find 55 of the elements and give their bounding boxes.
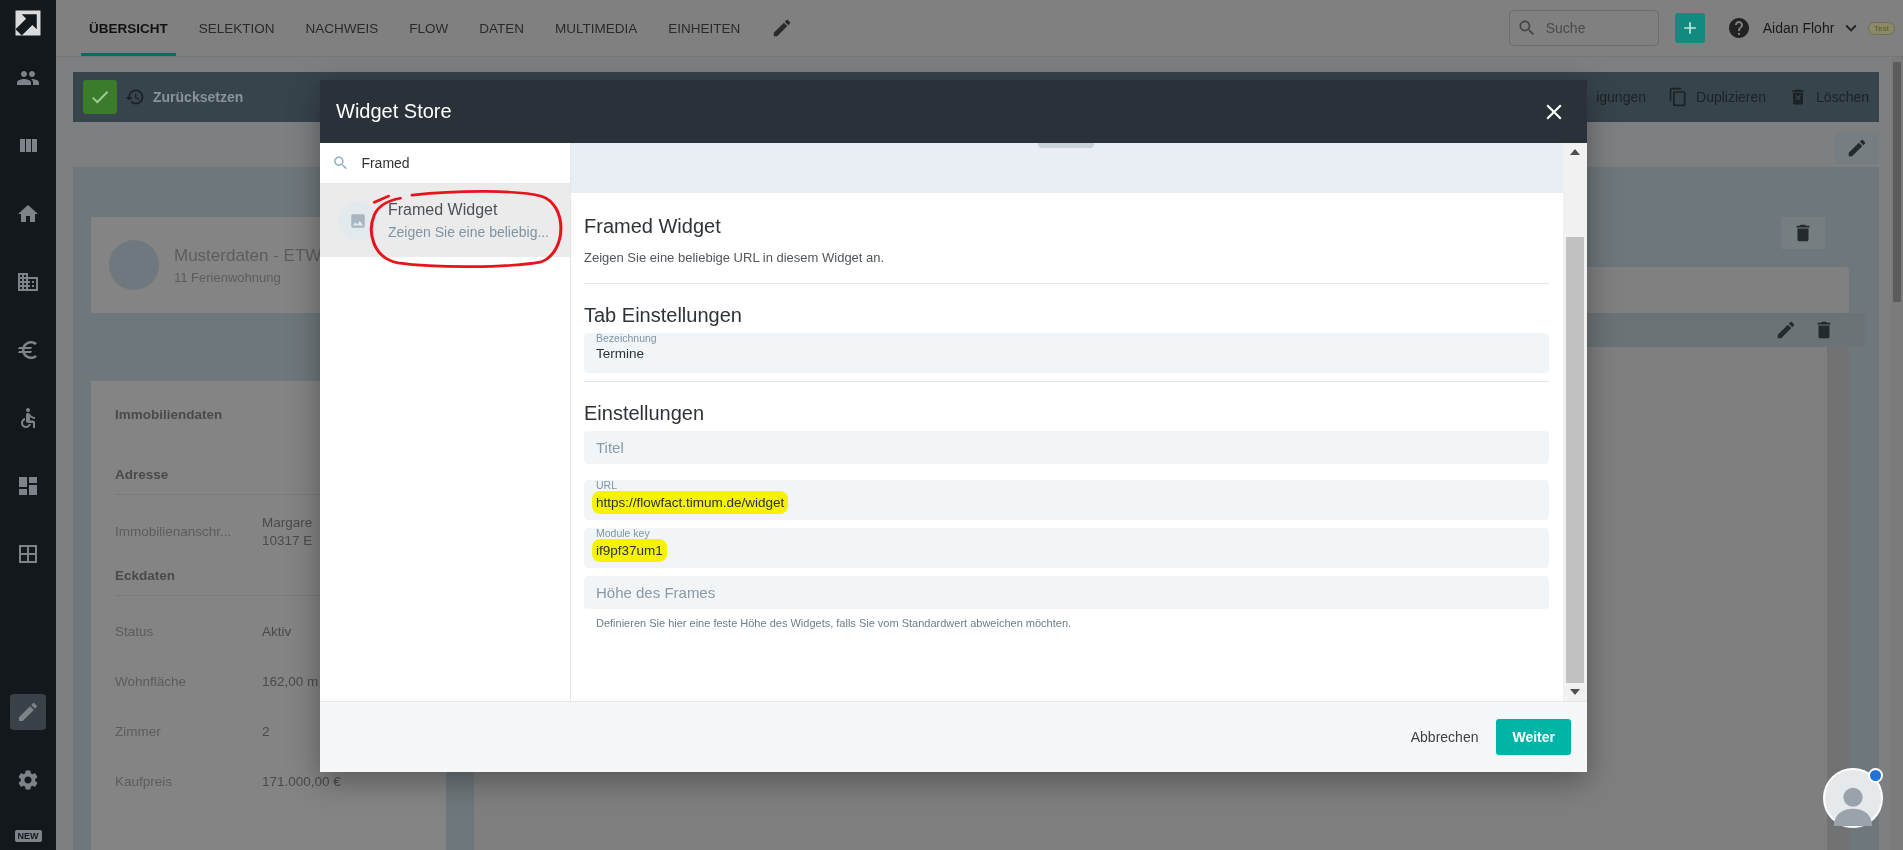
helper-text: Definieren Sie hier eine feste Höhe des Widgets, falls Sie vom Standardwert abweichen möchten. [596, 617, 1073, 629]
field-value: 2 [262, 723, 270, 739]
nav-tab[interactable]: MULTIMEDIA [547, 0, 646, 56]
section-heading: Tab Einstellungen [584, 304, 743, 327]
new-badge[interactable]: NEW [14, 830, 42, 842]
image-icon [349, 211, 367, 230]
field-value: Aktiv [262, 623, 292, 639]
field-value: 171.000,00 € [262, 773, 341, 789]
input-field[interactable]: Titel [584, 431, 1549, 464]
scrollbar[interactable] [1563, 143, 1587, 701]
field-value: Margare [262, 515, 313, 530]
dialog-title: Widget Store [336, 100, 453, 123]
sidebar-item[interactable] [10, 694, 46, 730]
logo-icon[interactable] [13, 8, 43, 38]
grid-icon [16, 542, 40, 566]
scroll-down-icon[interactable] [1570, 689, 1580, 695]
widget-title: Framed Widget [584, 215, 722, 238]
section-heading: Einstellungen [584, 402, 706, 425]
nav-tab[interactable]: EINHEITEN [660, 0, 749, 56]
nav-tab[interactable]: FLOW [401, 0, 457, 56]
user-name[interactable]: Aidan Flohr [1762, 20, 1835, 36]
test-badge: Test [1868, 21, 1895, 35]
search-field[interactable]: Framed [361, 152, 558, 174]
cancel-button[interactable]: Abbrechen [1406, 719, 1483, 755]
copy-icon [1668, 87, 1688, 107]
nav-tab[interactable]: SELEKTION [190, 0, 283, 56]
input-field[interactable]: URL https://flowfact.timum.de/widget [584, 480, 1549, 520]
status-dot [1868, 768, 1883, 783]
widget-description: Zeigen Sie eine beliebige URL in diesem Widget an. [584, 250, 886, 265]
nav-tab[interactable]: DATEN [471, 0, 533, 56]
delete-button[interactable] [1781, 217, 1825, 249]
scroll-up-icon[interactable] [1570, 149, 1580, 155]
nav-tab[interactable]: ÜBERSICHT [81, 0, 176, 56]
save-button[interactable] [83, 80, 117, 114]
reset-button[interactable]: Zurücksetzen [153, 89, 244, 105]
section-heading: Eckdaten [115, 568, 177, 583]
nav-tab[interactable]: NACHWEIS [297, 0, 387, 56]
section-heading: Adresse [115, 467, 170, 482]
pencil-icon [1775, 319, 1797, 341]
widget-list-item[interactable]: Framed Widget Zeigen Sie eine beliebig... [320, 184, 570, 257]
settings-icon [16, 768, 40, 792]
help-icon [1726, 16, 1751, 40]
euro-icon [16, 338, 40, 362]
building-icon [16, 270, 40, 294]
next-button[interactable]: Weiter [1496, 719, 1571, 755]
section-heading: Immobiliendaten [115, 407, 224, 422]
input-field[interactable]: Höhe des Frames [584, 576, 1549, 609]
edit-button[interactable] [1835, 132, 1879, 164]
add-button[interactable] [1674, 13, 1705, 43]
pencil-icon [16, 700, 40, 724]
dashboard-icon [16, 474, 40, 498]
history-icon [125, 87, 145, 107]
pencil-icon [1846, 137, 1868, 159]
input-field[interactable]: Bezeichnung Termine [584, 333, 1549, 373]
input-field[interactable]: Module key if9pf37um1 [584, 528, 1549, 568]
